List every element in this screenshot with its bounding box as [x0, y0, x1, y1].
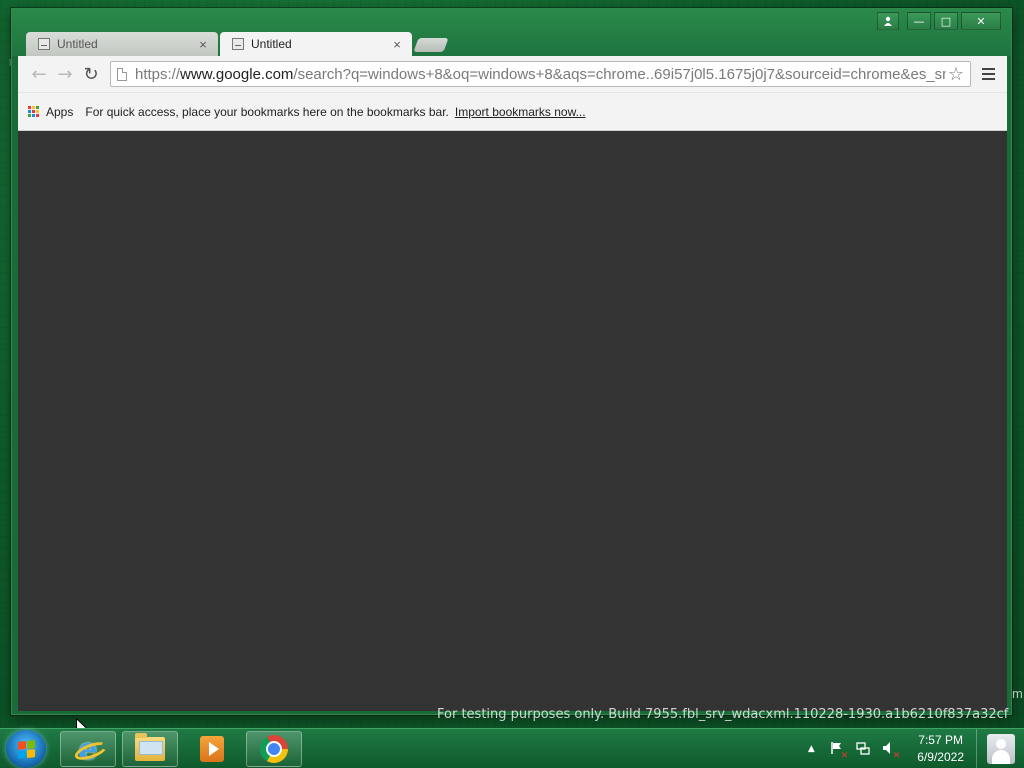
- taskbar-internet-explorer[interactable]: e: [60, 731, 116, 767]
- tab-title: Untitled: [251, 37, 292, 51]
- hamburger-line: [981, 73, 995, 75]
- tab-untitled-1[interactable]: Untitled ×: [26, 32, 218, 56]
- url-host: www.google.com: [180, 65, 294, 83]
- tabstrip: Untitled × Untitled ×: [26, 32, 449, 56]
- user-tile-icon: [986, 734, 1015, 764]
- show-hidden-icons-button[interactable]: ▲: [803, 744, 819, 754]
- maximize-icon: □: [940, 14, 952, 28]
- tab-close-icon[interactable]: ×: [390, 37, 404, 52]
- forward-button[interactable]: →: [52, 61, 78, 87]
- new-tab-button[interactable]: [413, 38, 449, 52]
- reload-button[interactable]: ↻: [78, 61, 104, 87]
- reload-icon: ↻: [83, 63, 99, 85]
- taskbar-google-chrome[interactable]: [246, 731, 302, 767]
- tab-title: Untitled: [57, 37, 98, 51]
- url-text[interactable]: https://www.google.com/search?q=windows+…: [135, 66, 946, 83]
- hamburger-icon: [981, 68, 995, 70]
- internet-explorer-icon: e: [73, 732, 110, 767]
- address-bar[interactable]: https://www.google.com/search?q=windows+…: [110, 61, 971, 87]
- profile-button[interactable]: [877, 12, 899, 30]
- taskbar-media-player[interactable]: [184, 731, 240, 767]
- forward-arrow-icon: →: [57, 63, 73, 85]
- tab-untitled-2[interactable]: Untitled ×: [220, 32, 412, 56]
- taskbar-clock[interactable]: 7:57 PM 6/9/2022: [917, 732, 964, 766]
- page-icon: [117, 67, 127, 81]
- window-titlebar[interactable]: — □ ✕ Untitled × Untitled ×: [12, 9, 1011, 56]
- page-content-area[interactable]: [18, 131, 1007, 711]
- system-tray: ▲ ✕ ✕ 7:57 PM 6/9/2022: [803, 729, 964, 768]
- desktop-edge-text: m: [1012, 686, 1023, 701]
- minimize-button[interactable]: —: [907, 12, 931, 30]
- back-button[interactable]: ←: [26, 61, 52, 87]
- url-scheme: https://: [135, 65, 181, 83]
- url-path: /search?q=windows+8&oq=windows+8&aqs=chr…: [293, 65, 946, 83]
- media-player-icon: [200, 736, 224, 762]
- bookmarks-bar: Apps For quick access, place your bookma…: [18, 92, 1007, 131]
- browser-toolbar: ← → ↻ https://www.google.com/search?q=wi…: [18, 56, 1007, 92]
- sad-page-favicon-icon: [38, 38, 50, 50]
- apps-shortcut[interactable]: Apps: [46, 105, 73, 119]
- action-center-flag-icon[interactable]: ✕: [829, 741, 848, 761]
- minimize-icon: —: [913, 14, 925, 28]
- apps-grid-icon[interactable]: [28, 106, 39, 117]
- network-icon[interactable]: [855, 741, 871, 758]
- close-button[interactable]: ✕: [961, 12, 1001, 30]
- close-icon: ✕: [976, 14, 986, 28]
- window-controls: — □ ✕: [907, 12, 1001, 30]
- clock-time: 7:57 PM: [918, 733, 963, 747]
- folder-icon: [135, 733, 165, 761]
- chrome-icon: [260, 735, 288, 763]
- person-icon: [884, 16, 892, 26]
- clock-date: 6/9/2022: [917, 750, 964, 764]
- chrome-menu-button[interactable]: [977, 63, 999, 85]
- bookmark-star-icon[interactable]: ☆: [946, 64, 966, 85]
- chrome-window: — □ ✕ Untitled × Untitled × ← → ↻ https:…: [11, 8, 1012, 715]
- taskbar: e ▲ ✕ ✕ 7:57 PM 6/9/2022: [0, 728, 1024, 768]
- hamburger-line: [981, 78, 995, 80]
- bookmarks-hint-text: For quick access, place your bookmarks h…: [85, 104, 449, 119]
- import-bookmarks-link[interactable]: Import bookmarks now...: [455, 105, 586, 119]
- maximize-button[interactable]: □: [934, 12, 958, 30]
- tab-close-icon[interactable]: ×: [196, 37, 210, 52]
- build-watermark: For testing purposes only. Build 7955.fb…: [437, 707, 1009, 722]
- show-desktop-button[interactable]: [976, 729, 1024, 768]
- start-button[interactable]: [6, 730, 46, 768]
- windows-logo-icon: [17, 739, 35, 759]
- back-arrow-icon: ←: [31, 63, 47, 85]
- taskbar-windows-explorer[interactable]: [122, 731, 178, 767]
- sad-page-favicon-icon: [232, 38, 244, 50]
- volume-muted-icon[interactable]: ✕: [881, 741, 900, 761]
